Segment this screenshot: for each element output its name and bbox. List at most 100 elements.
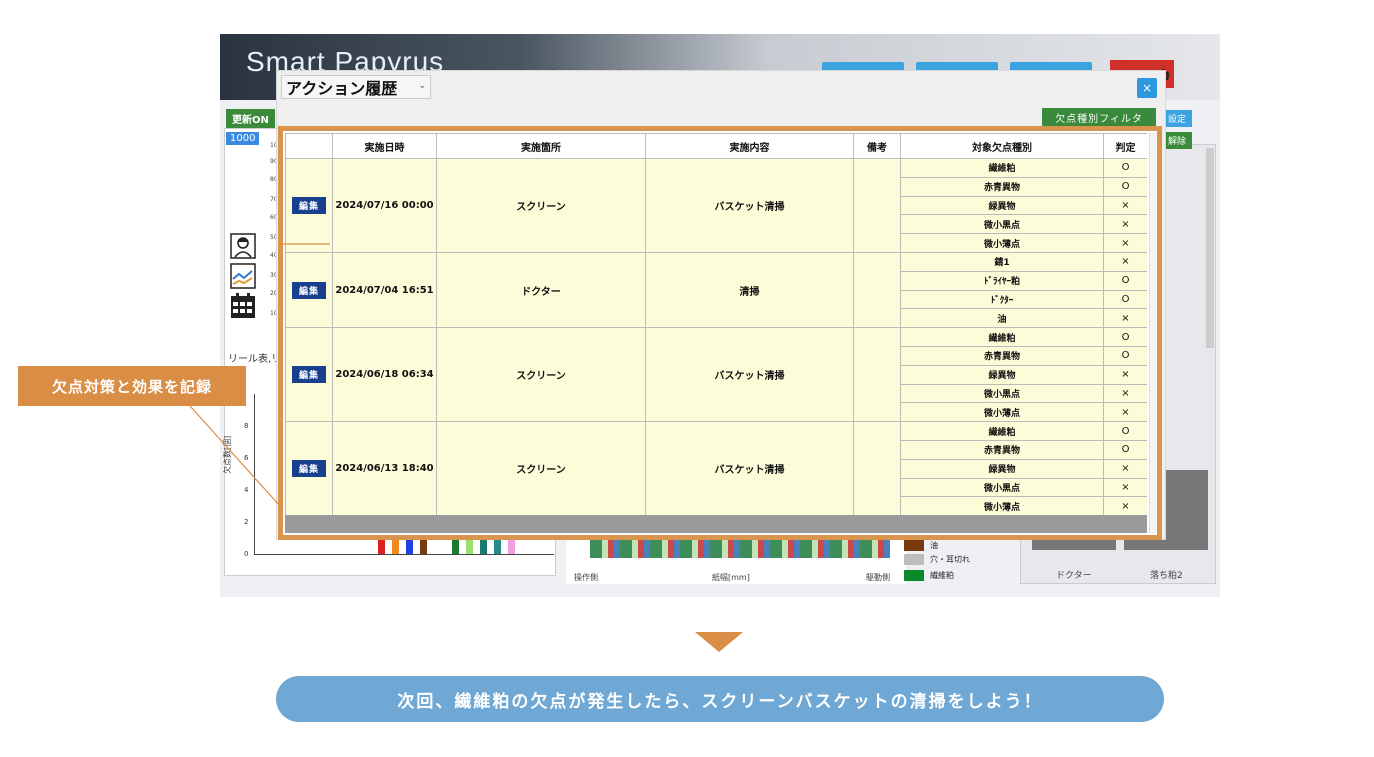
content-cell: バスケット清掃	[645, 327, 854, 423]
table-row: 編集 2024/07/16 00:00 スクリーン バスケット清掃 繊維粕 O	[285, 158, 1147, 253]
judgement-cell: ×	[1103, 477, 1147, 498]
axis-left-label: 操作側	[574, 573, 598, 582]
defect-kind-cell: 赤青異物	[900, 439, 1104, 460]
edit-button[interactable]: 編集	[291, 460, 326, 478]
place-cell: スクリーン	[436, 421, 646, 515]
y-tick: 6	[244, 454, 249, 462]
defect-kind-cell: 繊維粕	[900, 421, 1104, 441]
axis-right-label: 駆動側	[866, 573, 890, 582]
column-header-judgement[interactable]: 判定	[1103, 133, 1147, 159]
calendar-icon[interactable]	[230, 293, 256, 319]
y-tick: 0	[244, 550, 249, 558]
edit-button[interactable]: 編集	[291, 196, 326, 214]
table-row: 編集 2024/06/13 18:40 スクリーン バスケット清掃 繊維粕 O	[285, 421, 1147, 515]
defect-kind-cell: ﾄﾞﾗｲﾔｰ粕	[900, 270, 1104, 291]
legend-item: 油	[904, 540, 938, 551]
defect-kind-cell: ﾄﾞｸﾀｰ	[900, 289, 1104, 310]
defect-kind-cell: 微小薄点	[900, 496, 1104, 515]
defect-kind-cell: 緑異物	[900, 195, 1104, 216]
mini-bar	[392, 540, 399, 554]
y-tick: 4	[244, 486, 249, 494]
legend-item: 穴・耳切れ	[904, 554, 970, 565]
summary-banner: 次回、繊維粕の欠点が発生したら、スクリーンバスケットの清掃をしよう！	[276, 676, 1164, 722]
edit-cell: 編集	[285, 251, 333, 329]
defect-kind-cell: 油	[900, 308, 1104, 329]
date-cell: 2024/07/04 16:51	[332, 251, 437, 329]
defect-kind-cell: 赤青異物	[900, 176, 1104, 197]
chevron-down-icon: ⌄	[418, 81, 426, 91]
judgement-cell: O	[1103, 176, 1147, 197]
legend-label: 穴・耳切れ	[930, 555, 970, 564]
annotation-callout: 欠点対策と効果を記録	[18, 366, 246, 406]
table-row: 編集 2024/07/04 16:51 ドクター 清掃 錆1 ×	[285, 251, 1147, 329]
judgement-cell: ×	[1103, 364, 1147, 385]
mini-bar	[420, 540, 427, 554]
content-cell: バスケット清掃	[645, 421, 854, 515]
dialog-title-select[interactable]: アクション履歴 ⌄	[281, 75, 431, 99]
table-row: 編集 2024/06/18 06:34 スクリーン バスケット清掃 繊維粕 O	[285, 327, 1147, 423]
judgement-cell: ×	[1103, 383, 1147, 404]
update-on-button[interactable]: 更新ON	[226, 109, 275, 128]
thumbnail-label-2: 落ち粕2	[1150, 571, 1183, 581]
legend-label: 油	[930, 541, 938, 550]
judgement-cell: ×	[1103, 458, 1147, 479]
mini-bar	[452, 540, 459, 554]
operator-icon[interactable]	[230, 233, 256, 259]
judgement-cell: O	[1103, 158, 1147, 178]
column-header-date[interactable]: 実施日時	[332, 133, 437, 159]
defect-kind-cell: 赤青異物	[900, 345, 1104, 366]
column-header-content[interactable]: 実施内容	[645, 133, 854, 159]
settings-button[interactable]: 設定	[1162, 110, 1193, 127]
place-cell: スクリーン	[436, 158, 646, 253]
column-header-defect-type[interactable]: 対象欠点種別	[900, 133, 1104, 159]
defect-kind-cell: 繊維粕	[900, 158, 1104, 178]
column-header	[285, 133, 333, 159]
judgement-cell: O	[1103, 345, 1147, 366]
date-cell: 2024/06/18 06:34	[332, 327, 437, 423]
judgement-cell: ×	[1103, 251, 1147, 272]
judgement-cell: O	[1103, 439, 1147, 460]
judgement-cell: O	[1103, 421, 1147, 441]
edit-button[interactable]: 編集	[291, 366, 326, 384]
date-cell: 2024/06/13 18:40	[332, 421, 437, 515]
action-history-table-container: 実施日時 実施箇所 実施内容 備考 対象欠点種別 判定 編集 2024/07/1…	[285, 133, 1147, 515]
defect-kind-cell: 微小薄点	[900, 233, 1104, 253]
legend: 油 穴・耳切れ 繊維粕	[904, 534, 1014, 584]
down-arrow-icon	[695, 632, 743, 652]
defect-type-filter-button[interactable]: 欠点種別フィルタ	[1042, 108, 1156, 126]
note-cell	[853, 251, 901, 329]
chart-y-axis	[254, 394, 255, 554]
judgement-cell: O	[1103, 289, 1147, 310]
content-cell: バスケット清掃	[645, 158, 854, 253]
close-button[interactable]: ×	[1137, 78, 1157, 98]
clear-button[interactable]: 解除	[1162, 132, 1193, 149]
defect-kind-cell: 微小黒点	[900, 214, 1104, 235]
action-history-table: 実施日時 実施箇所 実施内容 備考 対象欠点種別 判定 編集 2024/07/1…	[285, 133, 1147, 515]
legend-swatch	[904, 554, 924, 565]
column-header-place[interactable]: 実施箇所	[436, 133, 646, 159]
note-cell	[853, 158, 901, 253]
defect-kind-cell: 微小黒点	[900, 383, 1104, 404]
note-cell	[853, 327, 901, 423]
table-header-row: 実施日時 実施箇所 実施内容 備考 対象欠点種別 判定	[285, 133, 1147, 159]
judgement-cell: ×	[1103, 402, 1147, 423]
table-scrollbar[interactable]	[1149, 133, 1157, 533]
y-tick: 2	[244, 518, 249, 526]
trend-chart-icon[interactable]	[230, 263, 256, 289]
judgement-cell: ×	[1103, 308, 1147, 329]
dialog-title: アクション履歴	[286, 79, 398, 98]
judgement-cell: ×	[1103, 214, 1147, 235]
edit-button[interactable]: 編集	[291, 281, 326, 299]
defect-kind-cell: 繊維粕	[900, 327, 1104, 347]
right-panel-scrollbar[interactable]	[1206, 148, 1214, 348]
judgement-cell: O	[1103, 270, 1147, 291]
value-badge: 1000	[226, 132, 260, 145]
place-cell: スクリーン	[436, 327, 646, 423]
mini-bar	[508, 540, 515, 554]
judgement-cell: ×	[1103, 233, 1147, 253]
column-header-note[interactable]: 備考	[853, 133, 901, 159]
defect-kind-cell: 微小黒点	[900, 477, 1104, 498]
defect-kind-cell: 緑異物	[900, 458, 1104, 479]
mini-bar	[406, 540, 413, 554]
defect-kind-cell: 緑異物	[900, 364, 1104, 385]
